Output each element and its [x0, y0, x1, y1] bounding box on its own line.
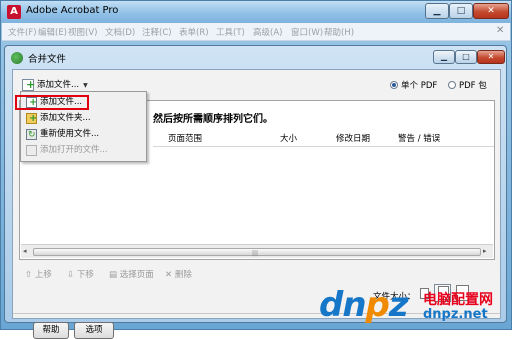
column-warnings-errors[interactable]: 警告 / 错误: [398, 132, 440, 144]
menu-help[interactable]: 帮助(H): [324, 26, 354, 38]
move-down-icon: ⇩: [67, 270, 75, 280]
watermark-text-url: dnpz.net: [423, 307, 488, 322]
menu-item-add-open-files[interactable]: 添加打开的文件...: [23, 143, 144, 158]
menu-item-add-folders[interactable]: 添加文件夹...: [23, 111, 144, 126]
combine-files-icon: [11, 52, 23, 64]
column-modified-date[interactable]: 修改日期: [336, 132, 370, 144]
menubar: 文件(F) 编辑(E) 视图(V) 文档(D) 注释(C) 表单(R) 工具(T…: [2, 23, 510, 41]
radio-unselected-icon: [448, 81, 456, 89]
move-down-button[interactable]: ⇩ 下移: [67, 268, 94, 280]
scroll-right-icon[interactable]: ▸: [483, 247, 487, 255]
menu-window[interactable]: 窗口(W): [291, 26, 323, 38]
open-files-icon: [26, 145, 37, 156]
menu-document[interactable]: 文档(D): [105, 26, 135, 38]
choose-pages-button[interactable]: ▤ 选择页面: [109, 268, 154, 280]
dialog-close-button[interactable]: ✕: [477, 50, 505, 64]
menu-edit[interactable]: 编辑(E): [38, 26, 67, 38]
menu-item-reuse-files[interactable]: 重新使用文件...: [23, 127, 144, 143]
window-maximize-button[interactable]: □: [449, 3, 473, 19]
pdf-package-label: PDF 包: [459, 81, 487, 91]
window-titlebar: A Adobe Acrobat Pro ▁ □ ✕: [1, 1, 511, 23]
add-files-label: 添加文件...: [37, 80, 80, 90]
delete-label: 删除: [174, 270, 192, 280]
menu-advanced[interactable]: 高级(A): [253, 26, 282, 38]
single-pdf-radio[interactable]: 单个 PDF: [390, 79, 437, 91]
menubar-close-icon[interactable]: ✕: [496, 25, 504, 36]
column-size[interactable]: 大小: [280, 132, 297, 144]
choose-pages-label: 选择页面: [119, 270, 154, 280]
menu-item-label: 重新使用文件...: [40, 129, 100, 139]
scroll-left-icon[interactable]: ◂: [23, 247, 27, 255]
menu-view[interactable]: 视图(V): [68, 26, 97, 38]
menu-file[interactable]: 文件(F): [8, 26, 37, 38]
menu-comments[interactable]: 注释(C): [142, 26, 172, 38]
move-up-icon: ⇧: [25, 270, 33, 280]
acrobat-icon: A: [7, 5, 21, 19]
options-button[interactable]: 选项: [74, 322, 114, 339]
header-divider: [153, 146, 494, 147]
add-folder-icon: [26, 111, 37, 126]
delete-button[interactable]: ✕ 删除: [165, 268, 192, 280]
delete-icon: ✕: [165, 270, 173, 280]
menu-tools[interactable]: 工具(T): [216, 26, 245, 38]
reuse-files-icon: [26, 128, 37, 143]
move-up-button[interactable]: ⇧ 上移: [25, 268, 52, 280]
app-title: Adobe Acrobat Pro: [26, 5, 119, 16]
choose-pages-icon: ▤: [109, 270, 118, 280]
pdf-package-radio[interactable]: PDF 包: [448, 79, 487, 91]
scrollbar-thumb[interactable]: |||: [33, 248, 481, 257]
move-up-label: 上移: [34, 270, 52, 280]
single-pdf-label: 单个 PDF: [401, 81, 438, 91]
move-down-label: 下移: [76, 270, 94, 280]
menu-item-label: 添加打开的文件...: [40, 145, 108, 155]
watermark-logo: dnpz: [319, 285, 409, 325]
menu-forms[interactable]: 表单(R): [179, 26, 209, 38]
instruction-text: 然后按所需顺序排列它们。: [153, 114, 273, 125]
chevron-down-icon: ▼: [83, 82, 88, 89]
help-button[interactable]: 帮助: [33, 322, 69, 339]
dialog-minimize-button[interactable]: ▁: [433, 50, 455, 64]
horizontal-scrollbar[interactable]: ◂ ||| ▸: [21, 244, 493, 258]
menu-item-label: 添加文件夹...: [40, 113, 91, 123]
window-close-button[interactable]: ✕: [473, 3, 509, 19]
window-minimize-button[interactable]: ▁: [425, 3, 449, 19]
red-highlight-box: [15, 95, 89, 110]
dialog-maximize-button[interactable]: □: [455, 50, 477, 64]
add-file-icon: [22, 77, 35, 93]
acrobat-window: A Adobe Acrobat Pro ▁ □ ✕ 文件(F) 编辑(E) 视图…: [0, 0, 512, 339]
watermark-text-cn: 电脑配置网: [423, 292, 493, 308]
watermark: dnpz 电脑配置网 dnpz.net: [319, 285, 509, 329]
radio-selected-icon: [390, 81, 398, 89]
column-page-range[interactable]: 页面范围: [168, 132, 202, 144]
combine-files-dialog: 合并文件 ▁ □ ✕ 添加文件...▼ 单个 PDF PDF 包 然后按所需顺序…: [4, 45, 507, 339]
dialog-title: 合并文件: [28, 54, 67, 65]
scroll-grip-icon: |||: [252, 250, 259, 257]
